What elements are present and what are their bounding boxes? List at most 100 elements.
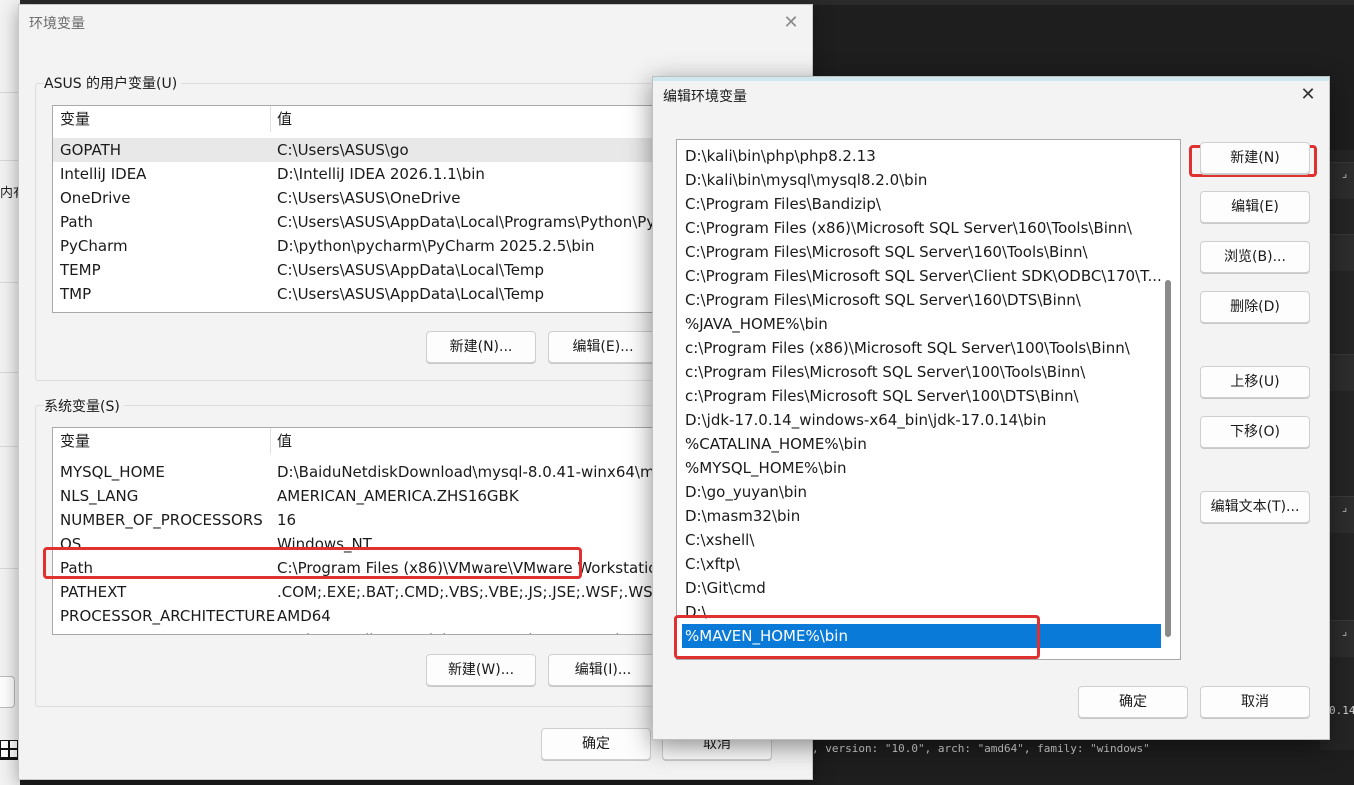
edit-env-variable-dialog: 编辑环境变量 ✕ D:\kali\bin\php\php8.2.13 D:\kal… bbox=[652, 76, 1330, 740]
new-path-button[interactable]: 新建(N) bbox=[1200, 142, 1310, 174]
variable-name: OneDrive bbox=[60, 189, 131, 207]
background-divider bbox=[0, 568, 20, 569]
table-row[interactable]: Path C:\Users\ASUS\AppData\Local\Programs… bbox=[53, 210, 673, 234]
variable-value: D:\IntelliJ IDEA 2026.1.1\bin bbox=[277, 165, 485, 183]
dialog-title: 编辑环境变量 bbox=[663, 89, 747, 105]
path-highlight-box bbox=[43, 547, 582, 579]
table-row[interactable]: OneDrive C:\Users\ASUS\OneDrive bbox=[53, 186, 673, 210]
variable-name: PATHEXT bbox=[60, 583, 127, 601]
column-header-value[interactable]: 值 bbox=[277, 428, 292, 454]
list-item[interactable]: %CATALINA_HOME%\bin bbox=[682, 432, 1161, 456]
variable-name: Path bbox=[60, 213, 93, 231]
table-row[interactable]: NUMBER_OF_PROCESSORS 16 bbox=[53, 508, 673, 532]
browse-button[interactable]: 浏览(B)... bbox=[1200, 241, 1310, 273]
list-item[interactable]: C:\Program Files (x86)\Microsoft SQL Ser… bbox=[682, 216, 1161, 240]
table-row[interactable]: PyCharm D:\python\pycharm\PyCharm 2025.2.… bbox=[53, 234, 673, 258]
edit-path-button[interactable]: 编辑(E) bbox=[1200, 191, 1310, 223]
table-row[interactable]: TMP C:\Users\ASUS\AppData\Local\Temp bbox=[53, 282, 673, 306]
move-down-button[interactable]: 下移(O) bbox=[1200, 416, 1310, 448]
background-divider bbox=[0, 282, 20, 283]
system-variables-label: 系统变量(S) bbox=[44, 396, 124, 416]
list-item[interactable]: C:\Program Files\Microsoft SQL Server\16… bbox=[682, 288, 1161, 312]
background-divider bbox=[0, 160, 20, 161]
ok-button[interactable]: 确定 bbox=[541, 728, 651, 760]
windows-start-icon[interactable] bbox=[0, 740, 18, 760]
close-icon[interactable]: ✕ bbox=[779, 11, 803, 35]
background-divider bbox=[0, 446, 20, 447]
expand-icon[interactable]: ⌟ bbox=[1342, 625, 1347, 638]
list-item[interactable]: C:\Program Files\Microsoft SQL Server\Cl… bbox=[682, 264, 1161, 288]
table-row[interactable]: TEMP C:\Users\ASUS\AppData\Local\Temp bbox=[53, 258, 673, 282]
ok-button[interactable]: 确定 bbox=[1078, 686, 1188, 718]
terminal-output-line: , version: "10.0", arch: "amd64", family… bbox=[812, 742, 1150, 755]
variable-value: C:\Users\ASUS\AppData\Local\Programs\Pyt… bbox=[277, 213, 656, 231]
delete-button[interactable]: 删除(D) bbox=[1200, 291, 1310, 323]
variable-value: C:\Users\ASUS\OneDrive bbox=[277, 189, 461, 207]
table-row[interactable]: NLS_LANG AMERICAN_AMERICA.ZHS16GBK bbox=[53, 484, 673, 508]
list-header: 变量 值 bbox=[53, 428, 673, 454]
list-item[interactable]: C:\Program Files\Bandizip\ bbox=[682, 192, 1161, 216]
list-item[interactable]: C:\xftp\ bbox=[682, 552, 1161, 576]
table-row[interactable]: MYSQL_HOME D:\BaiduNetdiskDownload\mysql-… bbox=[53, 460, 673, 484]
user-variables-list[interactable]: 变量 值 GOPATH C:\Users\ASUS\go IntelliJ IDEA… bbox=[52, 105, 674, 313]
variable-value: D:\python\pycharm\PyCharm 2025.2.5\bin bbox=[277, 237, 595, 255]
system-new-button[interactable]: 新建(W)... bbox=[426, 654, 536, 686]
variable-name: NUMBER_OF_PROCESSORS bbox=[60, 511, 263, 529]
variable-value: D:\BaiduNetdiskDownload\mysql-8.0.41-win… bbox=[277, 463, 672, 481]
variable-name: PROCESSOR_ARCHITECTURE bbox=[60, 607, 276, 625]
variable-name: GOPATH bbox=[60, 141, 122, 159]
list-item[interactable]: D:\Git\cmd bbox=[682, 576, 1161, 600]
list-item[interactable]: D:\jdk-17.0.14_windows-x64_bin\jdk-17.0.… bbox=[682, 408, 1161, 432]
column-header-value[interactable]: 值 bbox=[277, 106, 292, 132]
expand-icon[interactable]: ⌟ bbox=[1342, 167, 1347, 180]
expand-icon[interactable]: ⌟ bbox=[1342, 501, 1347, 514]
variable-name: IntelliJ IDEA bbox=[60, 165, 147, 183]
list-item[interactable]: %MYSQL_HOME%\bin bbox=[682, 456, 1161, 480]
system-variables-list[interactable]: 变量 值 MYSQL_HOME D:\BaiduNetdiskDownload\m… bbox=[52, 427, 674, 635]
cancel-button[interactable]: 取消 bbox=[1200, 686, 1310, 718]
table-row[interactable]: PATHEXT .COM;.EXE;.BAT;.CMD;.VBS;.VBE;.JS… bbox=[53, 580, 673, 604]
move-up-button[interactable]: 上移(U) bbox=[1200, 366, 1310, 398]
variable-name: TMP bbox=[60, 285, 92, 303]
variable-value: .COM;.EXE;.BAT;.CMD;.VBS;.VBE;.JS;.JSE;.… bbox=[277, 583, 674, 601]
system-edit-button[interactable]: 编辑(I)... bbox=[548, 654, 658, 686]
column-header-name[interactable]: 变量 bbox=[60, 106, 90, 132]
path-entries-list[interactable]: D:\kali\bin\php\php8.2.13 D:\kali\bin\mys… bbox=[676, 139, 1181, 660]
user-edit-button[interactable]: 编辑(E)... bbox=[548, 331, 658, 363]
close-icon[interactable]: ✕ bbox=[1297, 84, 1319, 106]
variable-name: TEMP bbox=[60, 261, 101, 279]
variable-value: AMD64 bbox=[277, 607, 331, 625]
background-input-fragment[interactable] bbox=[0, 676, 15, 708]
variable-value: 16 bbox=[277, 511, 297, 529]
edit-text-button[interactable]: 编辑文本(T)... bbox=[1200, 491, 1310, 523]
maven-path-highlight-box bbox=[674, 615, 1040, 659]
list-item[interactable]: D:\masm32\bin bbox=[682, 504, 1161, 528]
list-item[interactable]: D:\go_yuyan\bin bbox=[682, 480, 1161, 504]
variable-name: PyCharm bbox=[60, 237, 128, 255]
table-row[interactable]: PROCESSOR_IDENTIFIER Intel64 Family 6 Mod… bbox=[53, 628, 673, 634]
user-new-button[interactable]: 新建(N)... bbox=[426, 331, 536, 363]
list-item[interactable]: c:\Program Files\Microsoft SQL Server\10… bbox=[682, 360, 1161, 384]
table-row[interactable]: GOPATH C:\Users\ASUS\go bbox=[53, 138, 673, 162]
variable-name: NLS_LANG bbox=[60, 487, 139, 505]
scrollbar-thumb[interactable] bbox=[1165, 280, 1171, 637]
list-item[interactable]: D:\kali\bin\php\php8.2.13 bbox=[682, 144, 1161, 168]
table-row[interactable]: IntelliJ IDEA D:\IntelliJ IDEA 2026.1.1\b… bbox=[53, 162, 673, 186]
variable-value: C:\Users\ASUS\AppData\Local\Temp bbox=[277, 261, 545, 279]
variable-value: C:\Users\ASUS\go bbox=[277, 141, 409, 159]
list-item[interactable]: c:\Program Files\Microsoft SQL Server\10… bbox=[682, 384, 1161, 408]
list-header: 变量 值 bbox=[53, 106, 673, 132]
variable-value: C:\Users\ASUS\AppData\Local\Temp bbox=[277, 285, 545, 303]
list-item[interactable]: c:\Program Files (x86)\Microsoft SQL Ser… bbox=[682, 336, 1161, 360]
list-item[interactable]: D:\kali\bin\mysql\mysql8.2.0\bin bbox=[682, 168, 1161, 192]
background-divider bbox=[0, 372, 20, 373]
dialog-title: 环境变量 bbox=[29, 16, 85, 32]
terminal-output-fragment: 0.14 bbox=[1329, 704, 1354, 717]
list-item[interactable]: %JAVA_HOME%\bin bbox=[682, 312, 1161, 336]
list-item[interactable]: C:\xshell\ bbox=[682, 528, 1161, 552]
list-item[interactable]: C:\Program Files\Microsoft SQL Server\16… bbox=[682, 240, 1161, 264]
background-app-left-edge bbox=[0, 0, 20, 785]
table-row[interactable]: PROCESSOR_ARCHITECTURE AMD64 bbox=[53, 604, 673, 628]
background-divider bbox=[0, 92, 20, 93]
column-header-name[interactable]: 变量 bbox=[60, 428, 90, 454]
